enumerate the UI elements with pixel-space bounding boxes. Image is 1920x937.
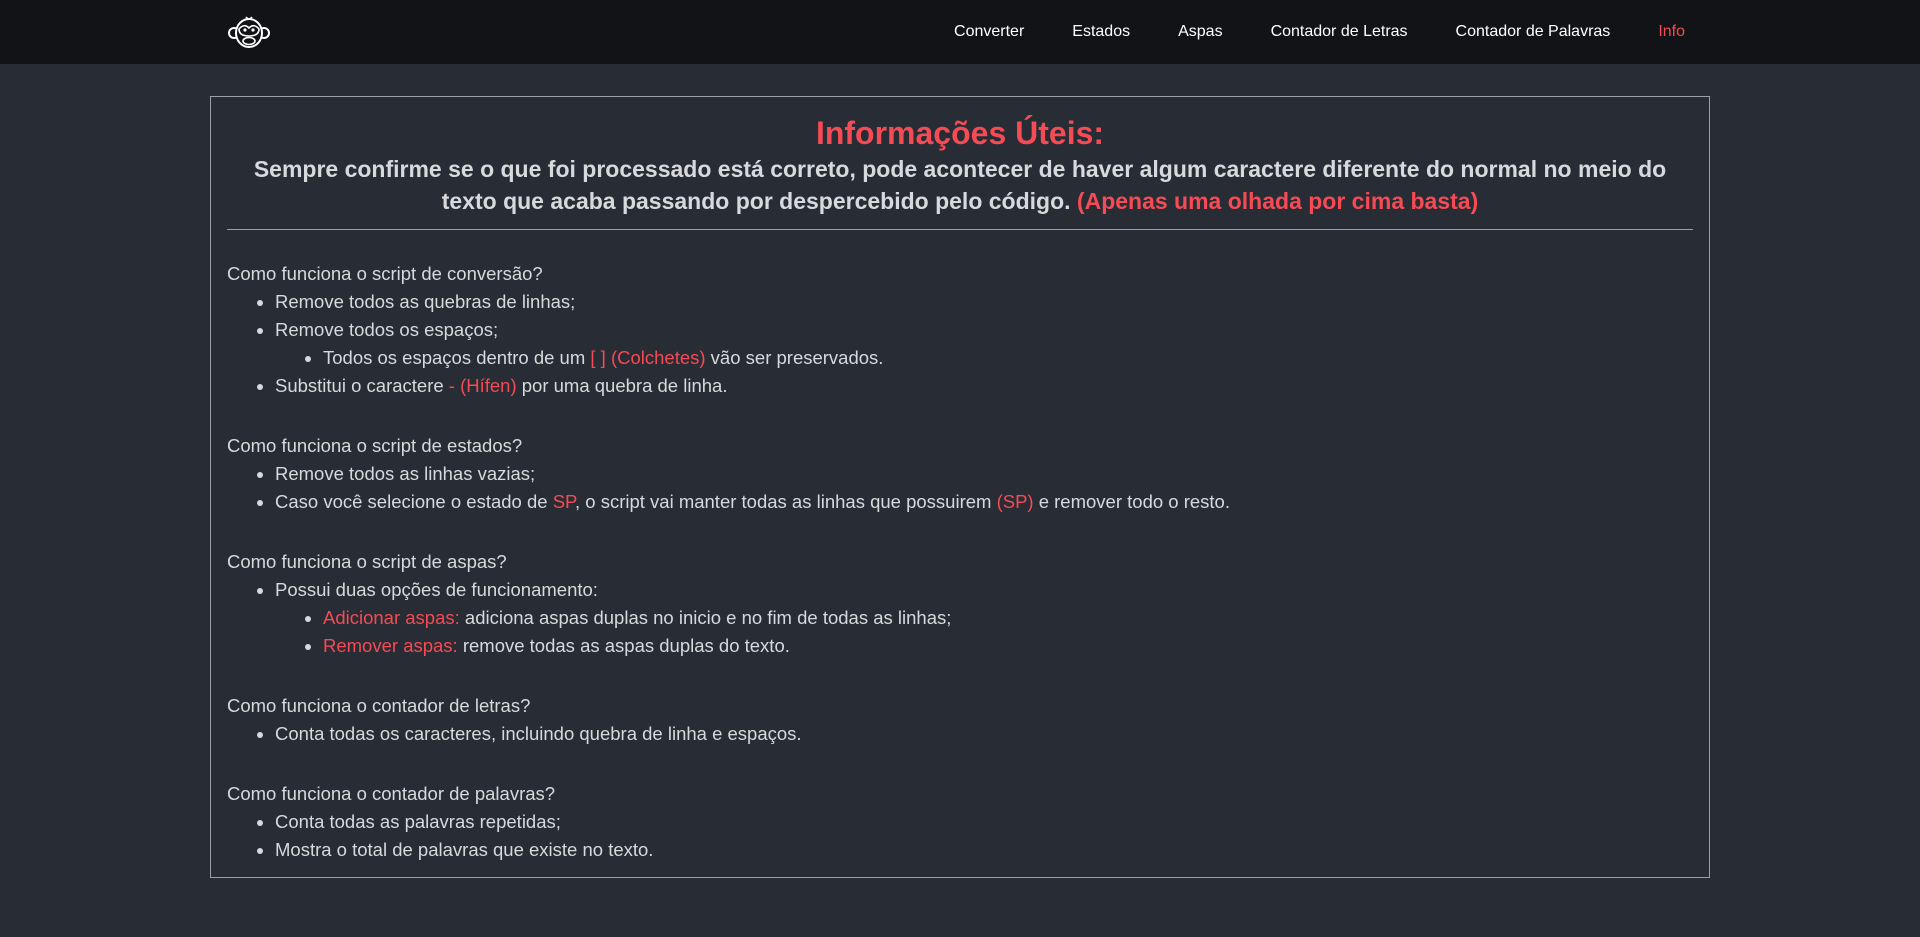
text: e remover todo o resto. <box>1033 491 1230 512</box>
list-item: Todos os espaços dentro de um [ ] (Colch… <box>323 344 1693 372</box>
divider <box>227 229 1693 230</box>
highlight-sp-paren: (SP) <box>996 491 1034 512</box>
highlight-sp: SP <box>552 491 575 512</box>
nav-link-info[interactable]: Info <box>1658 23 1685 41</box>
list-item: Remove todos os espaços; Todos os espaço… <box>275 316 1693 372</box>
list-item: Caso você selecione o estado de SP, o sc… <box>275 488 1693 516</box>
nav-link-converter[interactable]: Converter <box>954 23 1024 41</box>
card-header: Informações Úteis: Sempre confirme se o … <box>227 97 1693 217</box>
text: Caso você selecione o estado de <box>275 491 553 512</box>
list-estados: Remove todos as linhas vazias; Caso você… <box>227 460 1693 516</box>
question-letras: Como funciona o contador de letras? <box>227 695 531 716</box>
list-item: Adicionar aspas: adiciona aspas duplas n… <box>323 604 1693 632</box>
text: vão ser preservados. <box>705 347 884 368</box>
nav-link-estados[interactable]: Estados <box>1072 23 1130 41</box>
question-estados: Como funciona o script de estados? <box>227 435 523 456</box>
text: Substitui o caractere <box>275 375 449 396</box>
section-letras: Como funciona o contador de letras? Cont… <box>227 692 1693 748</box>
nav-link-aspas[interactable]: Aspas <box>1178 23 1222 41</box>
text: Todos os espaços dentro de um <box>323 347 591 368</box>
section-conversao: Como funciona o script de conversão? Rem… <box>227 260 1693 400</box>
question-palavras: Como funciona o contador de palavras? <box>227 783 556 804</box>
question-aspas: Como funciona o script de aspas? <box>227 551 507 572</box>
highlight-adicionar: Adicionar aspas: <box>323 607 460 628</box>
list-item: Remove todos as linhas vazias; <box>275 460 1693 488</box>
list-item: Conta todas as palavras repetidas; <box>275 808 1693 836</box>
text: , o script vai manter todas as linhas qu… <box>574 491 997 512</box>
highlight-hifen: - (Hífen) <box>448 375 517 396</box>
nav-link-contador-letras[interactable]: Contador de Letras <box>1271 23 1408 41</box>
page-title: Informações Úteis: <box>815 115 1105 151</box>
list-item: Substitui o caractere - (Hífen) por uma … <box>275 372 1693 400</box>
monkey-logo-icon[interactable] <box>226 14 272 50</box>
section-palavras: Como funciona o contador de palavras? Co… <box>227 780 1693 864</box>
list-item: Conta todas os caracteres, incluindo que… <box>275 720 1693 748</box>
list-item: Remover aspas: remove todas as aspas dup… <box>323 632 1693 660</box>
list-conversao: Remove todos as quebras de linhas; Remov… <box>227 288 1693 400</box>
nav-link-contador-palavras[interactable]: Contador de Palavras <box>1456 23 1611 41</box>
subtitle-highlight: (Apenas uma olhada por cima basta) <box>1076 188 1479 214</box>
sublist-conversao: Todos os espaços dentro de um [ ] (Colch… <box>275 344 1693 372</box>
page-subtitle: Sempre confirme se o que foi processado … <box>227 153 1693 217</box>
list-item-text: Possui duas opções de funcionamento: <box>275 579 598 600</box>
info-card: Informações Úteis: Sempre confirme se o … <box>210 96 1710 878</box>
top-navbar: Converter Estados Aspas Contador de Letr… <box>0 0 1920 64</box>
highlight-remover: Remover aspas: <box>323 635 458 656</box>
list-item: Possui duas opções de funcionamento: Adi… <box>275 576 1693 660</box>
list-item-text: Remove todos os espaços; <box>275 319 499 340</box>
text: adiciona aspas duplas no inicio e no fim… <box>459 607 952 628</box>
list-item: Mostra o total de palavras que existe no… <box>275 836 1693 864</box>
nav-menu: Converter Estados Aspas Contador de Letr… <box>906 0 1685 64</box>
text: por uma quebra de linha. <box>516 375 728 396</box>
section-aspas: Como funciona o script de aspas? Possui … <box>227 548 1693 660</box>
list-palavras: Conta todas as palavras repetidas; Mostr… <box>227 808 1693 864</box>
highlight-colchetes: [ ] (Colchetes) <box>590 347 706 368</box>
text: remove todas as aspas duplas do texto. <box>457 635 790 656</box>
question-conversao: Como funciona o script de conversão? <box>227 263 543 284</box>
list-letras: Conta todas os caracteres, incluindo que… <box>227 720 1693 748</box>
list-aspas: Possui duas opções de funcionamento: Adi… <box>227 576 1693 660</box>
sublist-aspas: Adicionar aspas: adiciona aspas duplas n… <box>275 604 1693 660</box>
section-estados: Como funciona o script de estados? Remov… <box>227 432 1693 516</box>
list-item: Remove todos as quebras de linhas; <box>275 288 1693 316</box>
